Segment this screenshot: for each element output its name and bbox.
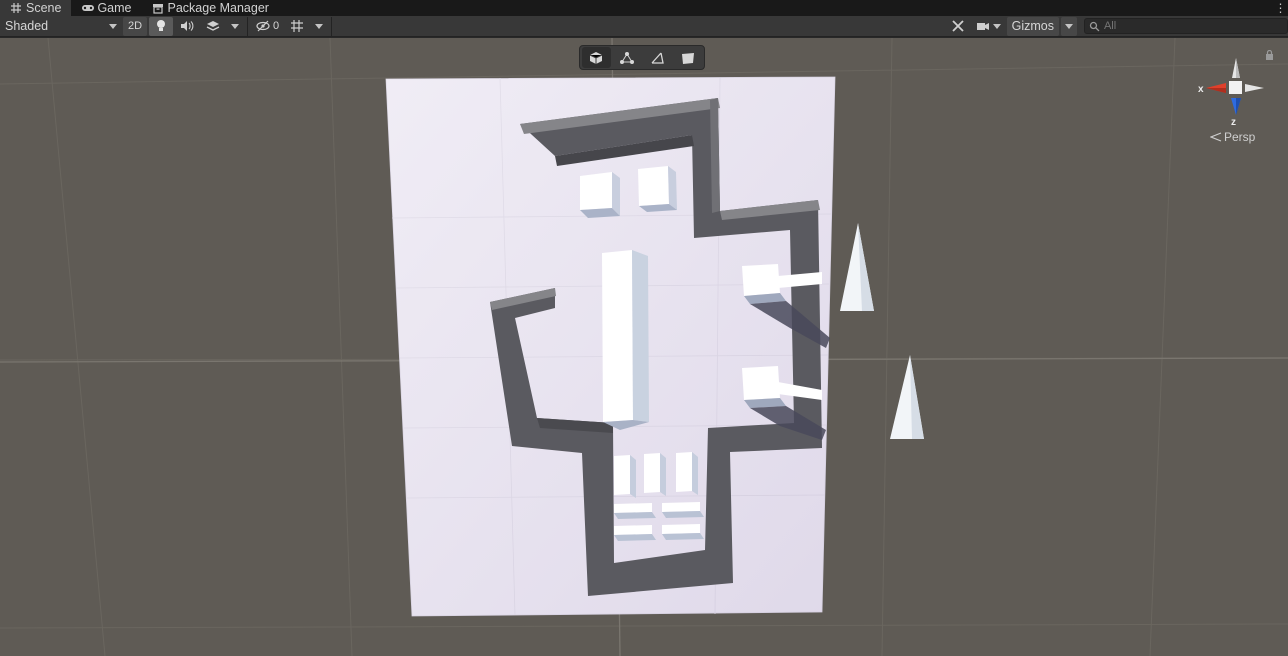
vertex-mode-button[interactable] — [613, 47, 642, 68]
search-field[interactable] — [1084, 18, 1288, 34]
layers-icon — [206, 21, 220, 31]
toggle-2d-button[interactable]: 2D — [123, 16, 147, 36]
gamepad-icon — [81, 2, 95, 14]
more-options-icon[interactable]: ⋮ — [1272, 0, 1288, 16]
divider — [331, 16, 333, 36]
edge-mode-button[interactable] — [643, 47, 672, 68]
axis-gizmo-graphic: x z — [1198, 58, 1264, 128]
vertex-icon — [619, 51, 634, 64]
gizmos-label: Gizmos — [1011, 19, 1054, 33]
chevron-down-icon — [1065, 23, 1073, 29]
edge-icon — [651, 52, 665, 64]
lightbulb-icon — [157, 20, 165, 31]
eye-slash-icon — [256, 20, 270, 32]
hidden-objects-toggle[interactable]: 0 — [252, 17, 283, 36]
search-input[interactable] — [1103, 20, 1283, 32]
audio-toggle-button[interactable] — [175, 17, 199, 36]
tab-package-manager-label: Package Manager — [167, 1, 269, 15]
grid-dropdown-button[interactable] — [311, 17, 327, 36]
light-cones — [840, 223, 924, 439]
perspective-icon — [1210, 132, 1222, 142]
draw-mode-dropdown[interactable]: Shaded — [0, 17, 122, 36]
gizmos-dropdown-button[interactable] — [1061, 16, 1077, 36]
tab-game-label: Game — [97, 1, 132, 15]
projection-toggle[interactable]: Persp — [1210, 130, 1255, 144]
x-axis-label: x — [1198, 84, 1204, 95]
selection-mode-toolbar — [579, 45, 705, 70]
effects-toggle-button[interactable] — [201, 17, 225, 36]
divider — [247, 16, 248, 36]
chevron-down-icon — [109, 23, 117, 29]
tab-package-manager[interactable]: Package Manager — [142, 0, 279, 16]
toolbar-right: Gizmos — [945, 16, 1288, 36]
pillar — [602, 250, 649, 430]
package-icon — [152, 2, 164, 14]
camera-settings-button[interactable] — [972, 17, 1005, 36]
bottom-pillars — [614, 452, 698, 498]
chevron-down-icon — [992, 23, 1001, 29]
tab-game[interactable]: Game — [71, 0, 141, 16]
scene-viewport[interactable]: x z Persp — [0, 38, 1288, 656]
tab-scene-label: Scene — [26, 1, 62, 15]
lighting-toggle-button[interactable] — [149, 16, 173, 36]
z-axis-label: z — [1231, 117, 1236, 128]
face-mode-button[interactable] — [674, 47, 703, 68]
object-mode-button[interactable] — [582, 47, 611, 68]
scene-render — [0, 38, 1288, 656]
projection-label: Persp — [1224, 130, 1256, 144]
draw-mode-label: Shaded — [5, 19, 49, 33]
gizmos-button[interactable]: Gizmos — [1006, 16, 1059, 36]
wrench-cross-icon — [951, 20, 964, 32]
tools-button[interactable] — [946, 17, 970, 36]
camera-icon — [976, 22, 989, 30]
cube-icon — [590, 51, 603, 64]
grid-toggle-button[interactable] — [285, 17, 309, 36]
chevron-down-icon — [315, 23, 324, 29]
speaker-icon — [181, 21, 194, 31]
tab-scene[interactable]: Scene — [0, 0, 72, 16]
hidden-count: 0 — [273, 20, 280, 32]
chevron-down-icon — [231, 23, 239, 29]
grid-snap-icon — [291, 20, 304, 32]
tab-bar: Scene Game Package Manager ⋮ — [0, 0, 1288, 16]
face-icon — [681, 52, 694, 64]
grid-icon — [10, 2, 22, 14]
effects-dropdown-button[interactable] — [227, 17, 243, 36]
scene-toolbar: Shaded 2D 0 Gizmos — [0, 16, 1288, 37]
search-icon — [1089, 21, 1100, 31]
